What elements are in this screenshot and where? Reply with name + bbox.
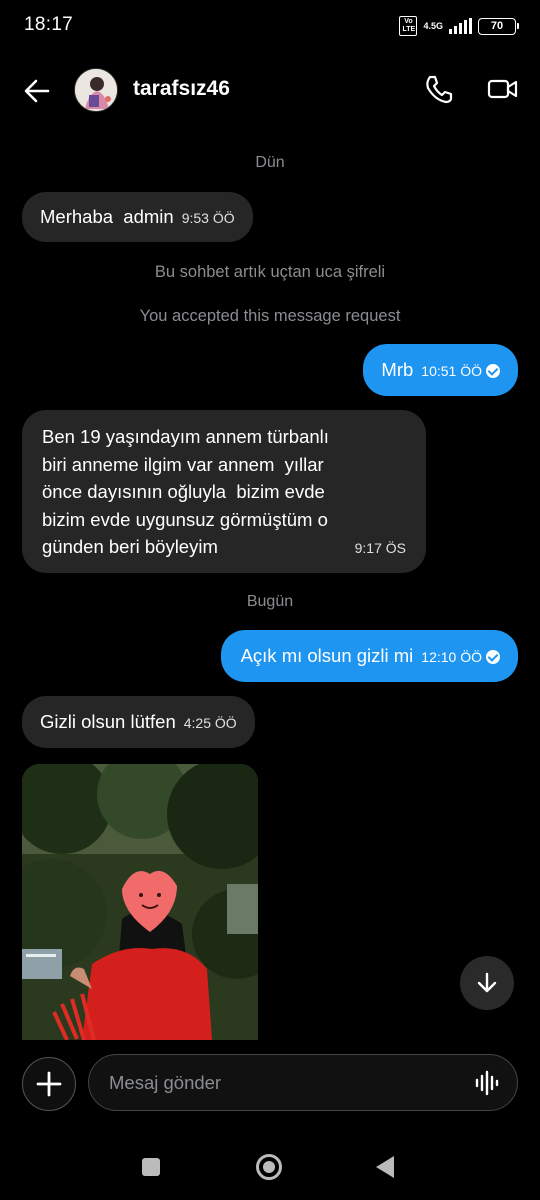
chat-username[interactable]: tarafsız46: [133, 77, 230, 101]
signal-icon: [449, 18, 472, 34]
add-attachment-button[interactable]: [22, 1057, 76, 1111]
video-call-button[interactable]: [486, 72, 520, 106]
message-bubble-outgoing[interactable]: Mrb 10:51 ÖÖ: [363, 344, 518, 396]
scroll-to-bottom-button[interactable]: [460, 956, 514, 1010]
read-check-icon: [486, 364, 500, 378]
message-bubble-incoming[interactable]: Gizli olsun lütfen 4:25 ÖÖ: [22, 696, 255, 748]
volte-icon: Vo LTE: [399, 16, 418, 36]
network-type: 4.5G: [423, 20, 443, 31]
message-text: Merhaba admin: [40, 206, 174, 227]
status-icons: Vo LTE 4.5G 70: [399, 16, 519, 36]
avatar-image: [75, 69, 117, 111]
voice-message-button[interactable]: [474, 1070, 502, 1096]
phone-icon: [426, 75, 453, 104]
date-separator: Bugün: [246, 593, 294, 610]
message-text: Gizli olsun lütfen: [40, 711, 176, 732]
message-time: 10:51 ÖÖ: [421, 363, 482, 379]
battery-icon: 70: [478, 17, 519, 35]
arrow-left-icon: [24, 79, 50, 103]
message-text: Mrb: [381, 359, 414, 380]
message-time: 9:17 ÖS: [354, 540, 406, 556]
message-line: biri anneme ilgim var annem yıllar: [42, 453, 324, 475]
message-time: 12:10 ÖÖ: [421, 649, 482, 665]
message-bubble-incoming[interactable]: Merhaba admin 9:53 ÖÖ: [22, 192, 253, 242]
photo-message[interactable]: [22, 764, 258, 1040]
system-message-encrypted: Bu sohbet artık uçtan uca şifreli: [154, 263, 386, 281]
system-navigation-bar: [0, 1132, 540, 1200]
message-text: Açık mı olsun gizli mi: [240, 645, 414, 666]
message-bubble-outgoing[interactable]: Açık mı olsun gizli mi 12:10 ÖÖ: [220, 630, 518, 682]
avatar[interactable]: [74, 68, 118, 112]
recent-apps-button[interactable]: [142, 1158, 160, 1176]
voice-call-button[interactable]: [422, 72, 456, 106]
system-message-accepted: You accepted this message request: [139, 307, 401, 325]
status-bar: 18:17 Vo LTE 4.5G 70: [0, 0, 540, 52]
status-time: 18:17: [24, 14, 74, 35]
message-time: 9:53 ÖÖ: [181, 210, 235, 226]
message-line: bizim evde uygunsuz görmüştüm o: [42, 508, 328, 530]
message-line: Ben 19 yaşındayım annem türbanlı: [42, 426, 329, 447]
voice-waveform-icon: [475, 1070, 499, 1096]
message-line: günden beri böyleyim: [42, 536, 218, 557]
message-bubble-incoming[interactable]: Ben 19 yaşındayım annem türbanlı biri an…: [22, 410, 426, 573]
message-composer: [0, 1040, 540, 1132]
date-separator: Dün: [255, 154, 285, 171]
arrow-down-icon: [477, 972, 497, 993]
system-back-button[interactable]: [376, 1156, 394, 1178]
back-button[interactable]: [20, 74, 54, 108]
chat-header: tarafsız46: [0, 60, 540, 120]
video-camera-icon: [487, 79, 518, 99]
message-time: 4:25 ÖÖ: [183, 715, 237, 731]
home-button[interactable]: [256, 1154, 282, 1180]
message-input[interactable]: [88, 1054, 518, 1111]
read-check-icon: [486, 650, 500, 664]
photo-image: [22, 764, 258, 1040]
message-line: önce dayısının oğluyla bizim evde: [42, 481, 325, 502]
plus-icon: [36, 1071, 62, 1097]
